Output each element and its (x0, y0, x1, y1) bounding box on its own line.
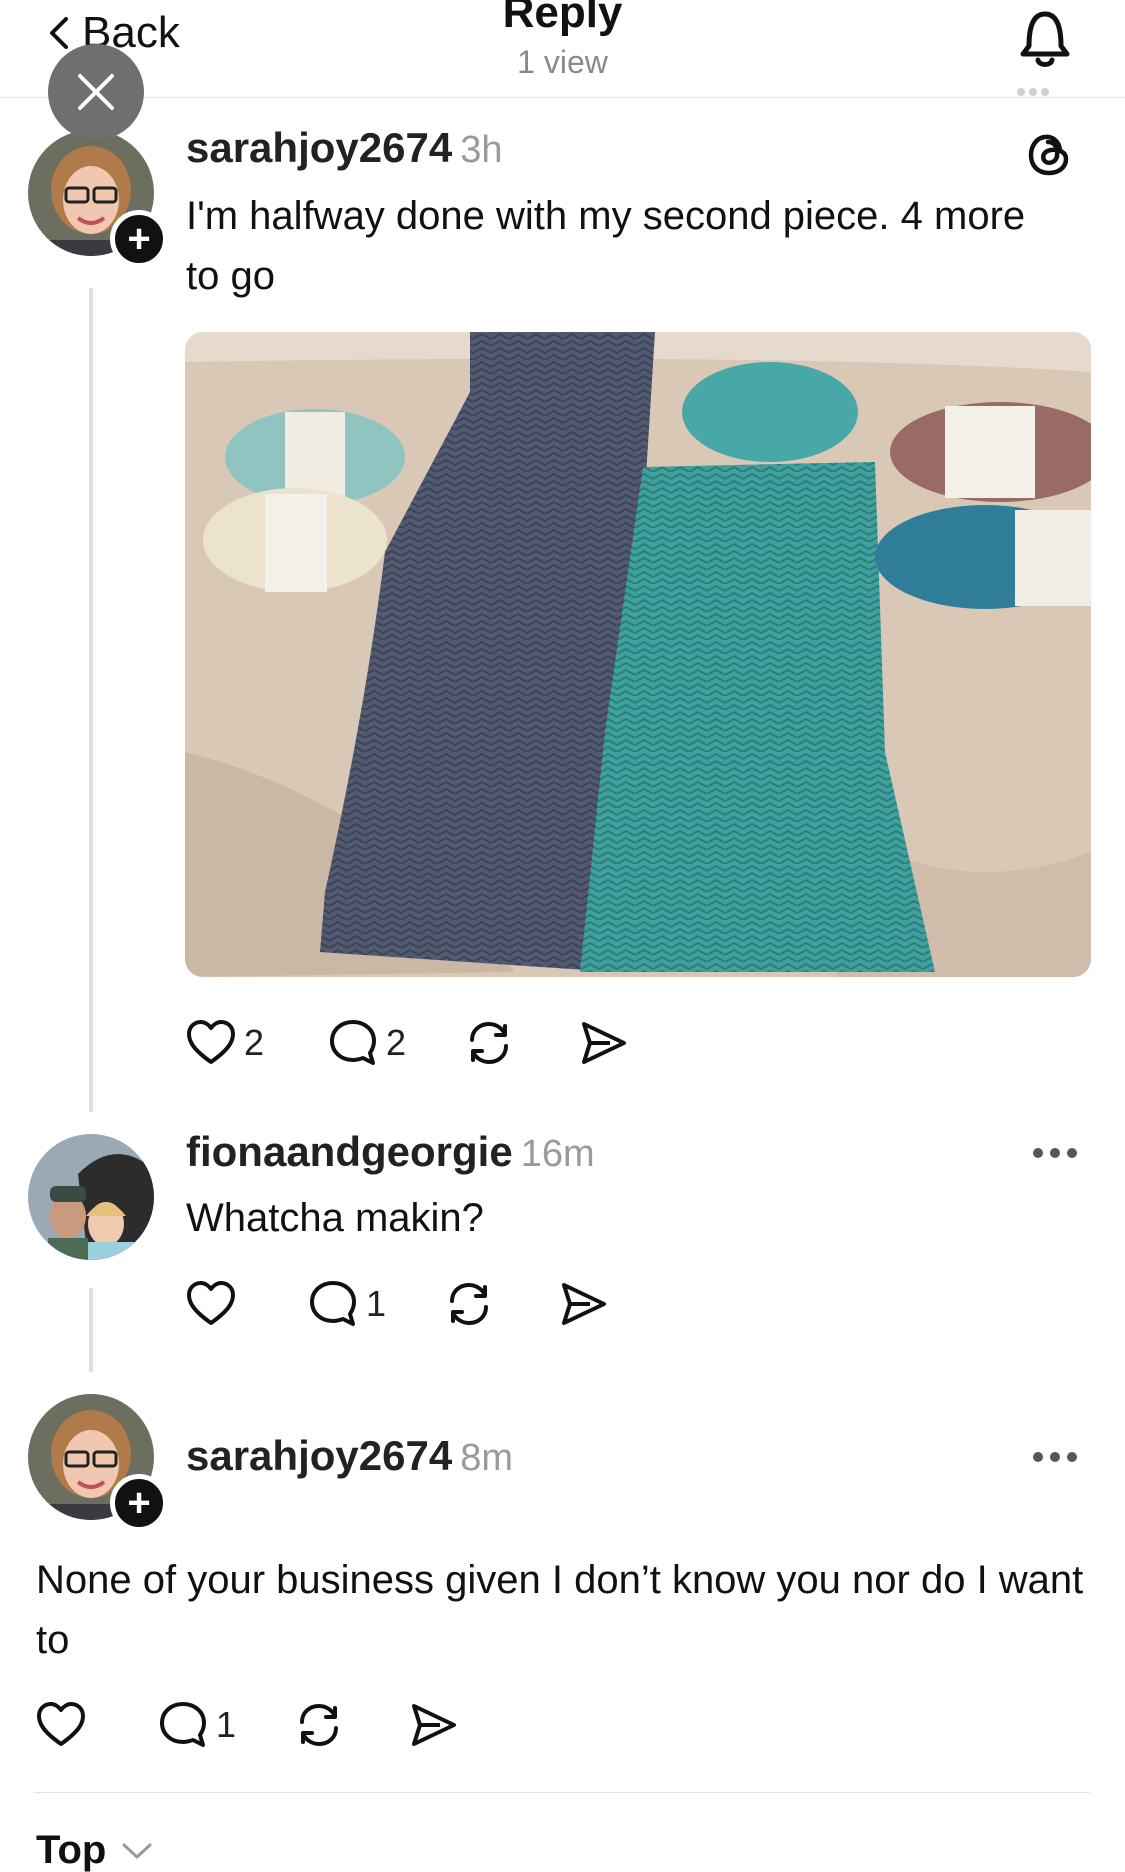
heart-icon (37, 1702, 85, 1746)
close-icon (78, 74, 114, 110)
post-time: 8m (460, 1437, 513, 1479)
comment-icon (310, 1281, 356, 1326)
heart-icon (187, 1020, 235, 1064)
post-actions: 1 (184, 1277, 610, 1331)
more-dots-icon (1017, 88, 1049, 96)
post-text: None of your business given I don’t know… (36, 1558, 1084, 1662)
top-bar: Back Reply 1 view (0, 0, 1125, 98)
bell-icon[interactable] (1015, 2, 1075, 72)
sort-label: Top (36, 1828, 107, 1872)
reply-button[interactable]: 2 (326, 1016, 406, 1070)
like-button[interactable]: 2 (184, 1016, 264, 1070)
share-icon (412, 1704, 457, 1746)
share-button[interactable] (406, 1698, 460, 1752)
thread-line (89, 288, 93, 1112)
username-text[interactable]: sarahjoy2674 (186, 1432, 452, 1479)
more-dots-icon[interactable] (1030, 1450, 1080, 1464)
reply-count: 1 (366, 1283, 387, 1324)
avatar[interactable] (28, 1134, 154, 1260)
post-text: I'm halfway done with my second piece. 4… (186, 194, 1026, 298)
close-button[interactable] (48, 44, 144, 140)
post-username[interactable]: sarahjoy2674 3h (186, 124, 502, 172)
post-actions: 2 2 (184, 1016, 630, 1070)
share-button[interactable] (576, 1016, 630, 1070)
comment-icon (160, 1702, 206, 1747)
share-icon (582, 1022, 627, 1064)
follow-button[interactable]: + (110, 210, 168, 268)
post-username[interactable]: fionaandgeorgie 16m (186, 1128, 595, 1176)
repost-icon (450, 1283, 489, 1325)
reply-button[interactable]: 1 (156, 1698, 236, 1752)
post-time: 16m (520, 1133, 595, 1175)
reply-count: 2 (386, 1022, 407, 1063)
post-actions: 1 (34, 1698, 460, 1752)
like-count: 2 (244, 1022, 265, 1063)
comment-icon (330, 1020, 377, 1065)
sort-dropdown[interactable]: Top (36, 1828, 154, 1872)
post-image[interactable] (185, 332, 1091, 977)
follow-button[interactable]: + (110, 1474, 168, 1532)
post-username[interactable]: sarahjoy2674 8m (186, 1432, 513, 1480)
repost-button[interactable] (292, 1698, 346, 1752)
view-count: 1 view (517, 44, 608, 80)
repost-icon (300, 1704, 339, 1746)
crochet-photo (185, 332, 1091, 977)
heart-icon (187, 1281, 235, 1325)
thread-line (89, 1288, 93, 1372)
post-time: 3h (460, 129, 503, 171)
divider (34, 1792, 1090, 1793)
avatar-photo (28, 1134, 154, 1260)
like-button[interactable] (184, 1277, 244, 1331)
more-dots-icon[interactable] (1030, 1146, 1080, 1160)
username-text[interactable]: sarahjoy2674 (186, 124, 452, 171)
repost-icon (470, 1022, 509, 1064)
chevron-down-icon (122, 1843, 152, 1858)
post-text: Whatcha makin? (186, 1196, 484, 1240)
reply-button[interactable]: 1 (306, 1277, 386, 1331)
page-title: Reply (502, 0, 623, 37)
reply-count: 1 (216, 1704, 237, 1745)
repost-button[interactable] (442, 1277, 496, 1331)
share-icon (562, 1283, 607, 1325)
threads-logo-icon[interactable] (1023, 128, 1075, 180)
username-text[interactable]: fionaandgeorgie (186, 1128, 513, 1175)
repost-button[interactable] (462, 1016, 516, 1070)
share-button[interactable] (556, 1277, 610, 1331)
like-button[interactable] (34, 1698, 94, 1752)
